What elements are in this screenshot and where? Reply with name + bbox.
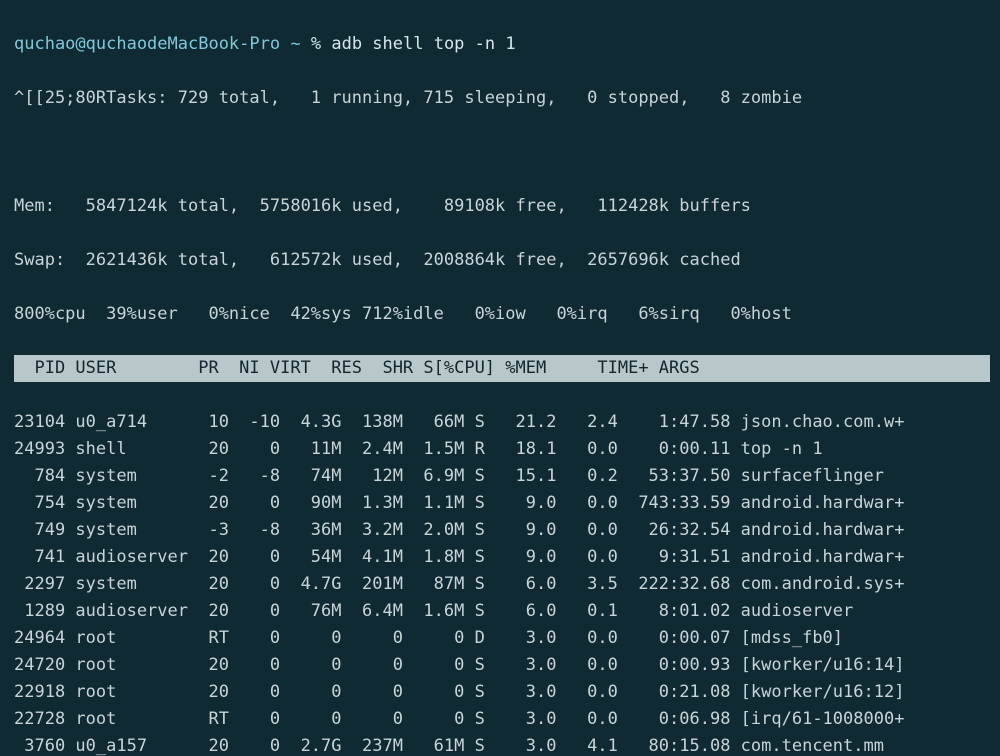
mem-line: Mem: 5847124k total, 5758016k used, 8910… [14, 193, 990, 220]
terminal[interactable]: quchao@quchaodeMacBook-Pro ~ % adb shell… [0, 0, 1000, 756]
process-row: 23104 u0_a714 10 -10 4.3G 138M 66M S 21.… [14, 409, 990, 436]
prompt-symbol: % [311, 34, 321, 54]
process-row: 1289 audioserver 20 0 76M 6.4M 1.6M S 6.… [14, 598, 990, 625]
process-row: 24720 root 20 0 0 0 0 S 3.0 0.0 0:00.93 … [14, 652, 990, 679]
process-row: 754 system 20 0 90M 1.3M 1.1M S 9.0 0.0 … [14, 490, 990, 517]
prompt-command: adb shell top -n 1 [331, 34, 515, 54]
process-row: 3760 u0_a157 20 0 2.7G 237M 61M S 3.0 4.… [14, 733, 990, 756]
swap-line: Swap: 2621436k total, 612572k used, 2008… [14, 247, 990, 274]
process-row: 22918 root 20 0 0 0 0 S 3.0 0.0 0:21.08 … [14, 679, 990, 706]
column-header: PID USER PR NI VIRT RES SHR S[%CPU] %MEM… [14, 355, 990, 382]
process-row: 2297 system 20 0 4.7G 201M 87M S 6.0 3.5… [14, 571, 990, 598]
process-row: 784 system -2 -8 74M 12M 6.9M S 15.1 0.2… [14, 463, 990, 490]
process-row: 24964 root RT 0 0 0 0 D 3.0 0.0 0:00.07 … [14, 625, 990, 652]
cpu-line: 800%cpu 39%user 0%nice 42%sys 712%idle 0… [14, 301, 990, 328]
prompt-line: quchao@quchaodeMacBook-Pro ~ % adb shell… [14, 31, 990, 58]
process-row: 24993 shell 20 0 11M 2.4M 1.5M R 18.1 0.… [14, 436, 990, 463]
blank-line [14, 139, 990, 166]
prompt-path: ~ [290, 34, 300, 54]
process-list: 23104 u0_a714 10 -10 4.3G 138M 66M S 21.… [14, 409, 990, 756]
process-row: 741 audioserver 20 0 54M 4.1M 1.8M S 9.0… [14, 544, 990, 571]
process-row: 22728 root RT 0 0 0 0 S 3.0 0.0 0:06.98 … [14, 706, 990, 733]
prompt-user-host: quchao@quchaodeMacBook-Pro [14, 34, 280, 54]
process-row: 749 system -3 -8 36M 3.2M 2.0M S 9.0 0.0… [14, 517, 990, 544]
tasks-line: ^[[25;80RTasks: 729 total, 1 running, 71… [14, 85, 990, 112]
